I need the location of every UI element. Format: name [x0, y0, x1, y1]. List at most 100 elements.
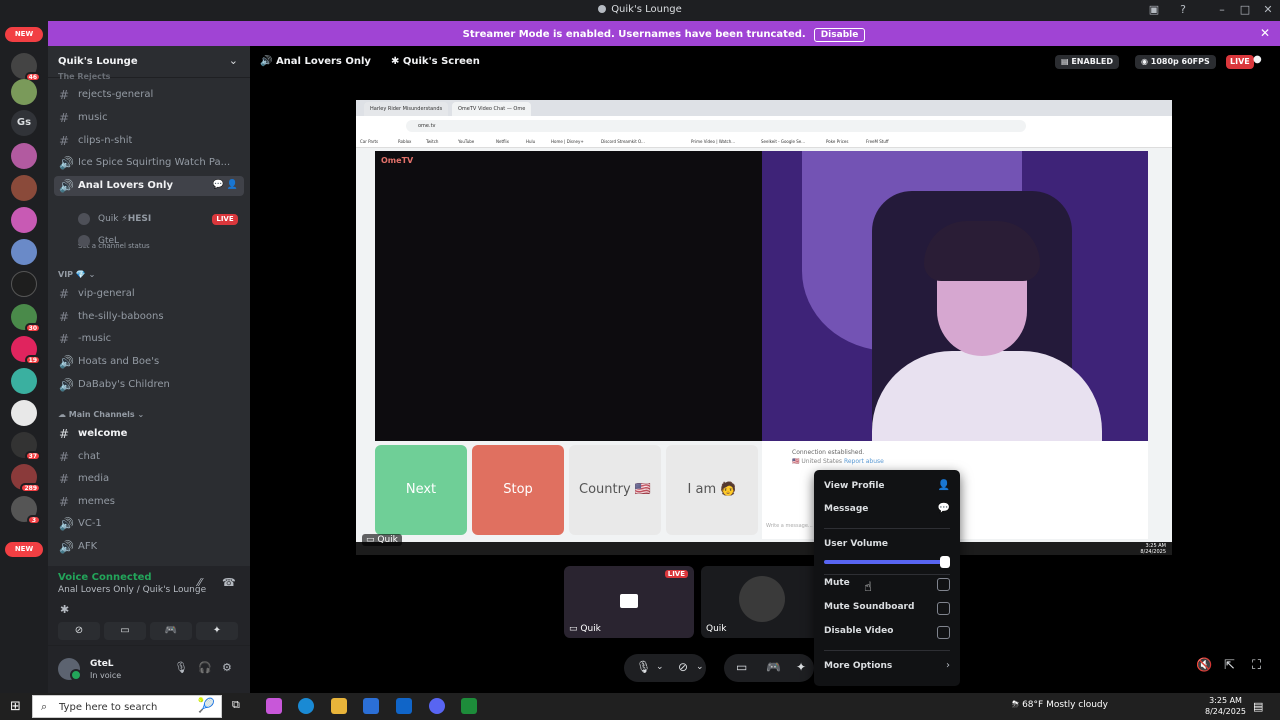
soundboard-icon[interactable]: ✦ [796, 660, 806, 674]
channel-rejects-general[interactable]: # rejects-general [54, 85, 244, 105]
server-icon-12[interactable]: 289 [11, 464, 41, 493]
edge-icon[interactable] [298, 698, 314, 714]
avatar[interactable] [58, 658, 82, 681]
close-banner-icon[interactable]: ✕ [1260, 26, 1270, 40]
voice-location[interactable]: Anal Lovers Only / Quik's Lounge [58, 585, 206, 595]
screen-share-button[interactable]: ▭ [104, 622, 146, 640]
app-icon[interactable] [461, 698, 477, 714]
channel-clips[interactable]: # clips-n-shit [54, 131, 244, 151]
microphone-icon[interactable]: 🎙 [636, 660, 651, 674]
category-the-rejects[interactable]: The Rejects [58, 72, 110, 81]
user-volume-slider[interactable] [824, 560, 950, 564]
menu-mute-soundboard[interactable]: Mute Soundboard [824, 599, 952, 617]
user-volume-slider-thumb[interactable] [940, 556, 950, 568]
chevron-down-icon[interactable]: ⌄ [656, 662, 664, 672]
channel-media[interactable]: # media [54, 469, 244, 489]
server-icon-7[interactable]: 30 [11, 304, 41, 333]
participant-tile-stream[interactable]: LIVE ▭ Quik [564, 566, 694, 638]
channel-music2[interactable]: # -music [54, 329, 244, 349]
volume-muted-icon[interactable]: 🔇 [1196, 658, 1212, 673]
gear-icon[interactable]: ⚙ [222, 661, 232, 674]
menu-mute[interactable]: Mute [824, 575, 952, 593]
ome-next-button[interactable]: Next [375, 445, 467, 535]
stage-screen-label[interactable]: ✱ Quik's Screen [391, 56, 480, 67]
new-unreads-pill[interactable]: NEW [5, 27, 43, 42]
server-icon-9[interactable] [11, 368, 37, 394]
outlook-icon[interactable] [396, 698, 412, 714]
shared-screen[interactable]: Harley Rider Misunderstands OmeTV Video … [356, 100, 1172, 555]
mute-checkbox[interactable] [937, 578, 950, 591]
activity-icon[interactable]: 🎮 [766, 660, 781, 674]
menu-disable-video[interactable]: Disable Video [824, 623, 952, 641]
disable-video-checkbox[interactable] [937, 626, 950, 639]
taskbar-clock[interactable]: 3:25 AM 8/24/2025 [1205, 695, 1246, 717]
discord-icon[interactable] [429, 698, 445, 714]
server-icon-3[interactable] [11, 143, 37, 169]
server-icon-gs[interactable]: Gs [11, 110, 37, 136]
store-icon[interactable] [363, 698, 379, 714]
server-icon-8[interactable]: 19 [11, 336, 41, 365]
notification-icon[interactable]: ▤ [1253, 700, 1263, 713]
more-icon[interactable]: ● [1253, 54, 1262, 65]
user-name[interactable]: GteL [90, 659, 114, 669]
server-icon-11[interactable]: 37 [11, 432, 41, 461]
channel-ice-spice[interactable]: 🔊 Ice Spice Squirting Watch Pa... [54, 153, 244, 173]
noise-suppression-icon[interactable]: ⁄⁄ [198, 576, 202, 589]
taskbar-search[interactable]: ⌕ Type here to search 🎾 [32, 695, 222, 718]
disconnect-icon[interactable]: ☎ [222, 576, 236, 589]
ome-i-am-button[interactable]: I am 🧑 [666, 445, 758, 535]
server-icon-13[interactable]: 3 [11, 496, 41, 525]
server-icon-4[interactable] [11, 175, 37, 201]
category-main-channels[interactable]: ☁ Main Channels ⌄ [58, 410, 144, 419]
copilot-icon[interactable] [266, 698, 282, 714]
help-icon[interactable]: ? [1175, 3, 1191, 17]
minimize-button[interactable]: – [1214, 3, 1230, 17]
channel-vc1[interactable]: 🔊 VC-1 [54, 514, 244, 534]
voice-connected-status[interactable]: Voice Connected [58, 572, 152, 583]
maximize-button[interactable]: □ [1237, 3, 1253, 17]
fullscreen-icon[interactable]: ⛶ [1252, 658, 1261, 673]
soundboard-button[interactable]: ✦ [196, 622, 238, 640]
disable-streamer-mode-button[interactable]: Disable [813, 28, 866, 42]
ome-stop-button[interactable]: Stop [472, 445, 564, 535]
microphone-icon[interactable]: 🎙 [174, 661, 188, 674]
participant-tile-quik[interactable]: Quik [701, 566, 831, 638]
file-explorer-icon[interactable] [331, 698, 347, 714]
menu-message[interactable]: Message 💬 [824, 501, 952, 519]
channel-hoats[interactable]: 🔊 Hoats and Boe's [54, 352, 244, 372]
new-unreads-pill-bottom[interactable]: NEW [5, 542, 43, 557]
activity-button[interactable]: 🎮 [150, 622, 192, 640]
ome-country-button[interactable]: Country 🇺🇸 [569, 445, 661, 535]
server-icon-quiks-lounge[interactable] [11, 271, 37, 297]
stage-voice-channel[interactable]: 🔊 Anal Lovers Only [260, 56, 371, 67]
windows-start-icon[interactable]: ⊞ [10, 699, 21, 714]
channel-chat[interactable]: # chat [54, 447, 244, 467]
screen-share-icon[interactable]: ▭ [736, 660, 747, 674]
camera-button[interactable]: ⊘ [58, 622, 100, 640]
server-icon-6[interactable] [11, 239, 37, 265]
task-view-icon[interactable]: ⧉ [232, 698, 248, 714]
chat-and-invite-icon[interactable]: 💬 👤 [213, 180, 238, 190]
stream-quality[interactable]: ◉ 1080p 60FPS [1135, 55, 1216, 69]
channel-memes[interactable]: # memes [54, 492, 244, 512]
channel-music[interactable]: # music [54, 108, 244, 128]
channel-afk[interactable]: 🔊 AFK [54, 537, 244, 557]
headphones-icon[interactable]: 🎧 [198, 661, 212, 674]
category-vip[interactable]: VIP 💎 ⌄ [58, 270, 95, 279]
close-window-button[interactable]: ✕ [1260, 3, 1276, 17]
menu-more-options[interactable]: More Options › [824, 658, 952, 676]
inbox-icon[interactable]: ▣ [1146, 3, 1162, 17]
server-icon-1[interactable]: 46 [11, 53, 41, 82]
channel-dababy[interactable]: 🔊 DaBaby's Children [54, 375, 244, 395]
channel-silly-baboons[interactable]: # the-silly-baboons [54, 307, 244, 327]
channel-welcome[interactable]: # welcome [54, 424, 244, 444]
channel-anal-lovers-only[interactable]: 🔊 Anal Lovers Only 💬 👤 [54, 176, 244, 196]
server-icon-2[interactable] [11, 79, 37, 105]
weather-widget[interactable]: ⛈ 68°F Mostly cloudy [1012, 700, 1108, 710]
server-icon-10[interactable] [11, 400, 37, 426]
camera-off-icon[interactable]: ⊘ [678, 660, 688, 674]
server-icon-5[interactable] [11, 207, 37, 233]
menu-view-profile[interactable]: View Profile 👤 [824, 478, 952, 496]
mute-soundboard-checkbox[interactable] [937, 602, 950, 615]
chevron-down-icon[interactable]: ⌄ [696, 662, 704, 672]
